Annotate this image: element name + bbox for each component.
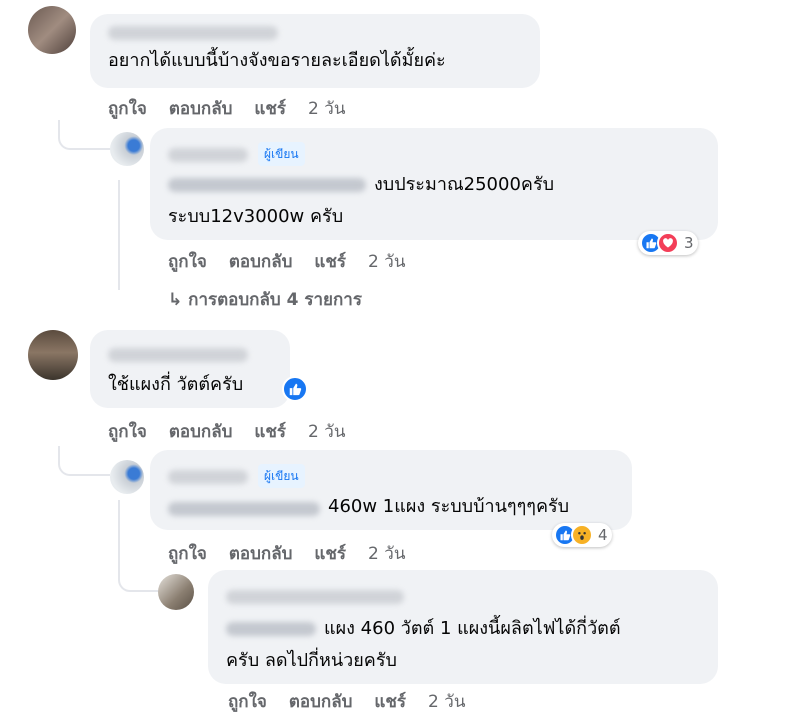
like-button[interactable]: ถูกใจ [168,252,207,272]
share-button[interactable]: แชร์ [254,99,286,119]
author-badge: ผู้เขียน [258,142,305,166]
avatar[interactable] [28,330,78,380]
reply-text-line1: งบประมาณ25000ครับ [374,174,555,195]
thread-connector-1 [58,120,110,150]
timestamp[interactable]: 2 วัน [368,544,405,564]
timestamp[interactable]: 2 วัน [368,252,405,272]
reply-bubble: ผู้เขียน งบประมาณ25000ครับ ระบบ12v3000w … [150,128,718,240]
comment-actions: ถูกใจ ตอบกลับ แชร์ 2 วัน [108,95,367,122]
mention-tag[interactable] [168,178,366,192]
reaction-summary[interactable]: 3 [638,231,698,255]
mention-tag[interactable] [226,622,316,636]
comment-text: ใช้แผงกี่ วัตต์ครับ [108,374,244,395]
reaction-count: 4 [598,526,608,544]
view-more-replies-link[interactable]: ↳ การตอบกลับ 4 รายการ [168,286,362,313]
reply-bubble: ผู้เขียน 460w 1แผง ระบบบ้านๆๆๆครับ [150,450,632,530]
avatar[interactable] [158,574,194,610]
author-name[interactable] [168,470,248,484]
reply-text-line2: ครับ ลดไปกี่หน่วยครับ [226,650,397,671]
share-button[interactable]: แชร์ [254,422,286,442]
comment-actions: ถูกใจ ตอบกลับ แชร์ 2 วัน [108,418,367,445]
reply-arrow-icon: ↳ [168,290,183,310]
share-button[interactable]: แชร์ [314,252,346,272]
comment-bubble: อยากได้แบบนี้บ้างจังขอรายละเอียดได้มั้ยค… [90,14,540,88]
reply-text-line2: ระบบ12v3000w ครับ [168,206,344,227]
author-name[interactable] [226,590,404,604]
author-name[interactable] [168,148,248,162]
like-button[interactable]: ถูกใจ [228,692,267,712]
reaction-summary[interactable]: 4 [552,523,612,547]
reply-actions: ถูกใจ ตอบกลับ แชร์ 2 วัน [168,540,427,567]
like-icon[interactable] [282,376,308,402]
author-name[interactable] [108,348,248,362]
reply-text-line1: แผง 460 วัตต์ 1 แผงนี้ผลิตไฟได้กี่วัตต์ [324,618,621,639]
reply-button[interactable]: ตอบกลับ [229,252,293,272]
thread-connector-3 [118,560,160,592]
mention-tag[interactable] [168,502,320,516]
comment-bubble: ใช้แผงกี่ วัตต์ครับ [90,330,290,408]
comment-text: อยากได้แบบนี้บ้างจังขอรายละเอียดได้มั้ยค… [108,50,446,71]
thread-line-2 [118,180,120,290]
reply-text: 460w 1แผง ระบบบ้านๆๆๆครับ [328,496,570,517]
reply-button[interactable]: ตอบกลับ [229,544,293,564]
reply-actions: ถูกใจ ตอบกลับ แชร์ 2 วัน [228,688,487,715]
more-replies-label: การตอบกลับ 4 รายการ [188,290,362,310]
like-button[interactable]: ถูกใจ [168,544,207,564]
love-icon [657,232,679,254]
wow-icon [571,524,593,546]
like-button[interactable]: ถูกใจ [108,99,147,119]
thread-connector-2 [58,446,110,476]
reply-button[interactable]: ตอบกลับ [169,422,233,442]
share-button[interactable]: แชร์ [314,544,346,564]
reply-button[interactable]: ตอบกลับ [169,99,233,119]
reply-button[interactable]: ตอบกลับ [289,692,353,712]
avatar[interactable] [110,460,144,494]
reply-bubble: แผง 460 วัตต์ 1 แผงนี้ผลิตไฟได้กี่วัตต์ … [208,570,718,684]
like-button[interactable]: ถูกใจ [108,422,147,442]
share-button[interactable]: แชร์ [374,692,406,712]
timestamp[interactable]: 2 วัน [308,422,345,442]
author-badge: ผู้เขียน [258,464,305,488]
reaction-count: 3 [684,234,694,252]
timestamp[interactable]: 2 วัน [308,99,345,119]
avatar[interactable] [28,6,76,54]
author-name[interactable] [108,26,278,40]
reply-actions: ถูกใจ ตอบกลับ แชร์ 2 วัน [168,248,427,275]
avatar[interactable] [110,132,144,166]
timestamp[interactable]: 2 วัน [428,692,465,712]
